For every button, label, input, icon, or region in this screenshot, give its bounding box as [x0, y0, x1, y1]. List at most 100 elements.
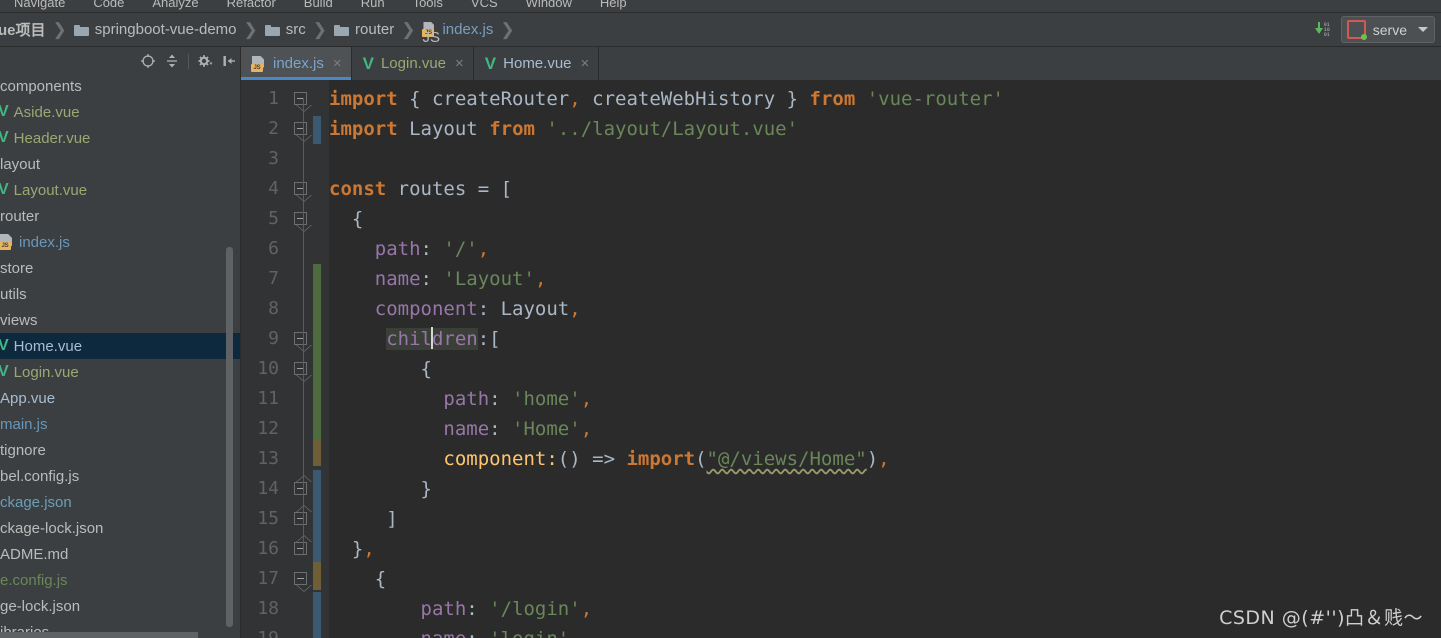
- tree-item-home-vue[interactable]: V Home.vue: [0, 333, 241, 359]
- fold-marker-open[interactable]: [294, 332, 307, 345]
- editor-tab-index-js[interactable]: JS index.js ×: [241, 47, 352, 80]
- tree-item-label: utils: [0, 285, 27, 303]
- code-line[interactable]: component: Layout,: [329, 294, 581, 324]
- settings-gear-icon[interactable]: [193, 49, 217, 73]
- tree-item-bel-config-js[interactable]: bel.config.js: [0, 463, 241, 489]
- tree-item-utils[interactable]: utils: [0, 281, 241, 307]
- tree-item-app-vue[interactable]: App.vue: [0, 385, 241, 411]
- breadcrumb-label: src: [285, 21, 306, 38]
- fold-marker-open[interactable]: [294, 212, 307, 225]
- tree-item-aside-vue[interactable]: V Aside.vue: [0, 99, 241, 125]
- vcs-change-marker[interactable]: [313, 264, 321, 444]
- code-line[interactable]: }: [329, 474, 432, 504]
- tree-item-store[interactable]: store: [0, 255, 241, 281]
- chevron-down-icon[interactable]: [1418, 27, 1428, 32]
- code-line[interactable]: path: 'home',: [329, 384, 592, 414]
- breadcrumb-item-0[interactable]: ue项目: [0, 13, 50, 46]
- fold-marker-open[interactable]: [294, 122, 307, 135]
- code-editor[interactable]: 12345678910111213141516171819 import { c…: [241, 80, 1441, 638]
- breadcrumb-item-3[interactable]: router: [332, 13, 398, 46]
- editor-tab-home-vue[interactable]: V Home.vue ×: [474, 47, 600, 80]
- breadcrumb-item-4[interactable]: JS index.js: [420, 13, 497, 46]
- code-token: (): [557, 448, 581, 470]
- vcs-change-marker[interactable]: [313, 592, 321, 638]
- run-configuration-selector[interactable]: serve: [1340, 16, 1435, 43]
- vue-file-icon: V: [0, 337, 9, 354]
- tree-item-adme-md[interactable]: ADME.md: [0, 541, 241, 567]
- line-number: 8: [268, 298, 279, 319]
- editor-tab-bar[interactable]: JS index.js × V Login.vue × V Home.vue ×: [241, 47, 1441, 80]
- code-token: ,: [569, 88, 593, 110]
- tree-item-header-vue[interactable]: V Header.vue: [0, 125, 241, 151]
- tree-item-login-vue[interactable]: V Login.vue: [0, 359, 241, 385]
- code-token: '../layout/Layout.vue': [546, 118, 799, 140]
- fold-marker-open[interactable]: [294, 92, 307, 105]
- tree-item-views[interactable]: views: [0, 307, 241, 333]
- fold-marker-close[interactable]: [294, 542, 307, 555]
- code-line[interactable]: path: '/login',: [329, 594, 593, 624]
- tree-item-components[interactable]: components: [0, 73, 241, 99]
- code-line[interactable]: import Layout from '../layout/Layout.vue…: [329, 114, 798, 144]
- breadcrumb-separator: ❯: [243, 20, 258, 39]
- code-line[interactable]: name: 'Layout',: [329, 264, 547, 294]
- code-line[interactable]: import { createRouter, createWebHistory …: [329, 84, 1004, 114]
- tree-item-label: ge-lock.json: [0, 597, 81, 615]
- fold-marker-close[interactable]: [294, 512, 307, 525]
- project-pane-vertical-scrollbar[interactable]: [226, 247, 233, 627]
- tree-item-ge-lock-json[interactable]: ge-lock.json: [0, 593, 241, 619]
- folder-icon: [264, 24, 280, 36]
- breadcrumb[interactable]: ue项目 ❯ springboot-vue-demo ❯ src ❯ router ❯ JS in…: [0, 13, 520, 46]
- code-token: :: [466, 628, 489, 638]
- code-text[interactable]: import { createRouter, createWebHistory …: [329, 80, 1441, 638]
- tree-item-layout[interactable]: layout: [0, 151, 241, 177]
- code-line[interactable]: {: [329, 204, 363, 234]
- code-line[interactable]: name: 'login': [329, 624, 570, 638]
- js-file-icon: JS: [0, 234, 14, 250]
- tree-item-label: main.js: [0, 415, 48, 433]
- hide-panel-icon[interactable]: [217, 49, 241, 73]
- project-pane-horizontal-scrollbar[interactable]: [0, 632, 198, 638]
- code-line[interactable]: path: '/',: [329, 234, 489, 264]
- fold-marker-close[interactable]: [294, 482, 307, 495]
- fold-marker-open[interactable]: [294, 572, 307, 585]
- breadcrumb-item-1[interactable]: springboot-vue-demo: [72, 13, 241, 46]
- tree-item-ckage-json[interactable]: ckage.json: [0, 489, 241, 515]
- fold-arrow-up: [297, 536, 311, 542]
- code-token: name: [443, 418, 490, 440]
- close-icon[interactable]: ×: [333, 56, 342, 71]
- code-folding-gutter[interactable]: [287, 80, 313, 638]
- tree-item-router[interactable]: router: [0, 203, 241, 229]
- code-token: ,: [878, 448, 890, 470]
- editor-tab-login-vue[interactable]: V Login.vue ×: [352, 47, 474, 80]
- breadcrumb-item-2[interactable]: src: [263, 13, 310, 46]
- vcs-update-icon[interactable]: 01 10 01: [1313, 19, 1335, 41]
- vcs-change-marker[interactable]: [313, 116, 321, 144]
- code-line[interactable]: const routes = [: [329, 174, 512, 204]
- tree-item-ckage-lock-json[interactable]: ckage-lock.json: [0, 515, 241, 541]
- code-line[interactable]: ]: [329, 504, 397, 534]
- vcs-change-marker[interactable]: [313, 470, 321, 566]
- tree-item-main-js[interactable]: main.js: [0, 411, 241, 437]
- code-line[interactable]: },: [329, 534, 375, 564]
- fold-marker-open[interactable]: [294, 362, 307, 375]
- vcs-change-marker[interactable]: [313, 562, 321, 590]
- code-line[interactable]: name: 'Home',: [329, 414, 592, 444]
- tree-item-tignore[interactable]: tignore: [0, 437, 241, 463]
- tree-item-layout-vue[interactable]: V Layout.vue: [0, 177, 241, 203]
- fold-marker-open[interactable]: [294, 182, 307, 195]
- code-token: ,: [569, 298, 581, 320]
- close-icon[interactable]: ×: [455, 56, 464, 71]
- close-icon[interactable]: ×: [581, 56, 590, 71]
- scroll-from-source-icon[interactable]: [136, 49, 160, 73]
- collapse-all-icon[interactable]: [160, 49, 184, 73]
- tree-item-index-js[interactable]: JS index.js: [0, 229, 241, 255]
- code-line[interactable]: component:() => import("@/views/Home"),: [329, 444, 890, 474]
- code-line[interactable]: children:[: [329, 324, 501, 354]
- code-line[interactable]: {: [329, 354, 432, 384]
- code-line[interactable]: {: [329, 564, 386, 594]
- project-file-tree[interactable]: components V Aside.vue V Header.vue layout V La…: [0, 73, 241, 638]
- vcs-change-marker[interactable]: [313, 440, 321, 466]
- tree-item-e-config-js[interactable]: e.config.js: [0, 567, 241, 593]
- line-number: 9: [268, 328, 279, 349]
